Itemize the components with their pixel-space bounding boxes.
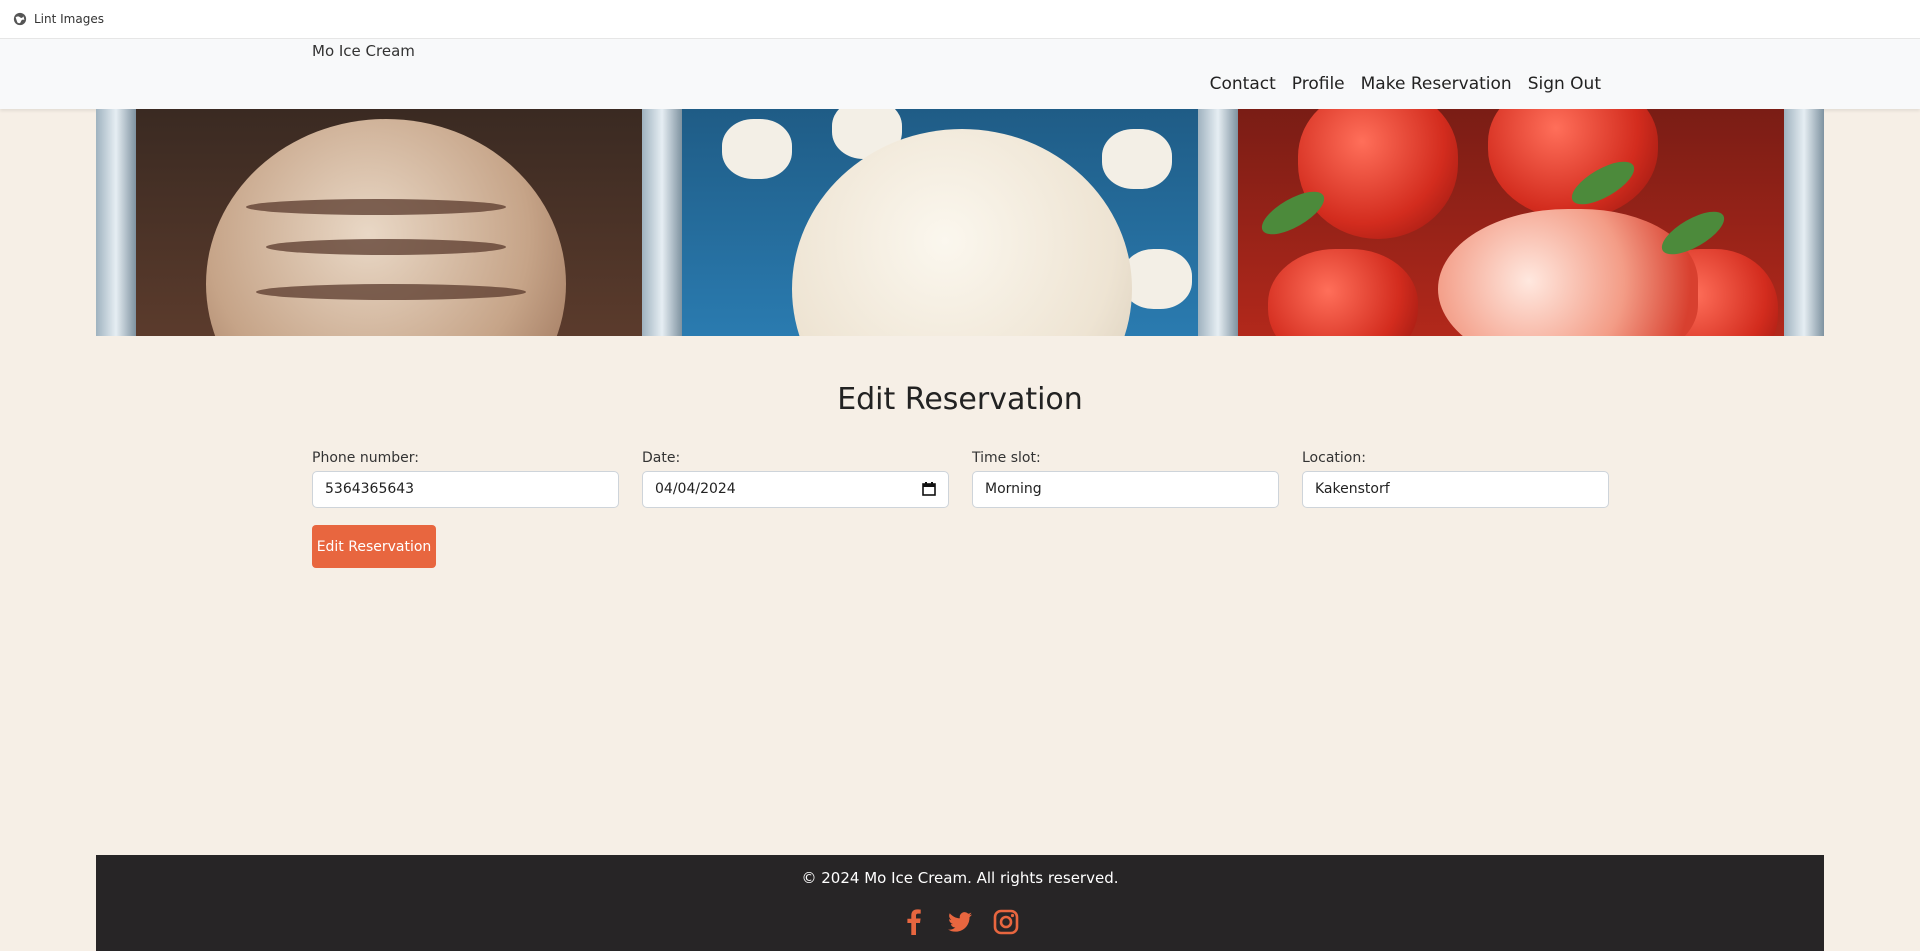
nav-link-profile[interactable]: Profile	[1292, 74, 1345, 94]
globe-icon	[13, 12, 27, 26]
footer: © 2024 Mo Ice Cream. All rights reserved…	[96, 855, 1824, 951]
browser-tab-bar: Lint Images	[0, 0, 1920, 39]
nav-links: Contact Profile Make Reservation Sign Ou…	[1210, 74, 1601, 94]
time-slot-label: Time slot:	[972, 450, 1041, 466]
copyright-text: © 2024 Mo Ice Cream. All rights reserved…	[801, 869, 1119, 887]
location-input[interactable]: Kakenstorf	[1302, 471, 1609, 508]
vanilla-ice-cream-panel	[682, 109, 1238, 336]
instagram-icon[interactable]	[992, 908, 1020, 936]
facebook-icon[interactable]	[900, 908, 928, 936]
date-field: Date: 04/04/2024	[642, 450, 949, 508]
phone-number-field: Phone number: 5364365643	[312, 450, 619, 508]
social-links	[96, 908, 1824, 936]
date-input[interactable]: 04/04/2024	[642, 471, 949, 508]
phone-number-input[interactable]: 5364365643	[312, 471, 619, 508]
location-label: Location:	[1302, 450, 1366, 466]
location-field: Location: Kakenstorf	[1302, 450, 1609, 508]
phone-number-label: Phone number:	[312, 450, 419, 466]
hero-banner-image	[96, 109, 1824, 336]
tab-title[interactable]: Lint Images	[34, 12, 104, 26]
chocolate-ice-cream-panel	[96, 109, 682, 336]
nav-link-sign-out[interactable]: Sign Out	[1528, 74, 1601, 94]
brand-logo-text[interactable]: Mo Ice Cream	[312, 42, 415, 60]
strawberry-ice-cream-panel	[1238, 109, 1824, 336]
date-label: Date:	[642, 450, 681, 466]
calendar-icon[interactable]	[922, 482, 936, 496]
navbar: Mo Ice Cream Contact Profile Make Reserv…	[0, 39, 1920, 109]
time-slot-field: Time slot: Morning	[972, 450, 1279, 508]
nav-link-contact[interactable]: Contact	[1210, 74, 1276, 94]
twitter-icon[interactable]	[946, 908, 974, 936]
time-slot-input[interactable]: Morning	[972, 471, 1279, 508]
edit-reservation-button[interactable]: Edit Reservation	[312, 525, 436, 568]
date-value: 04/04/2024	[655, 481, 736, 497]
nav-link-make-reservation[interactable]: Make Reservation	[1361, 74, 1512, 94]
page-title: Edit Reservation	[837, 382, 1083, 417]
